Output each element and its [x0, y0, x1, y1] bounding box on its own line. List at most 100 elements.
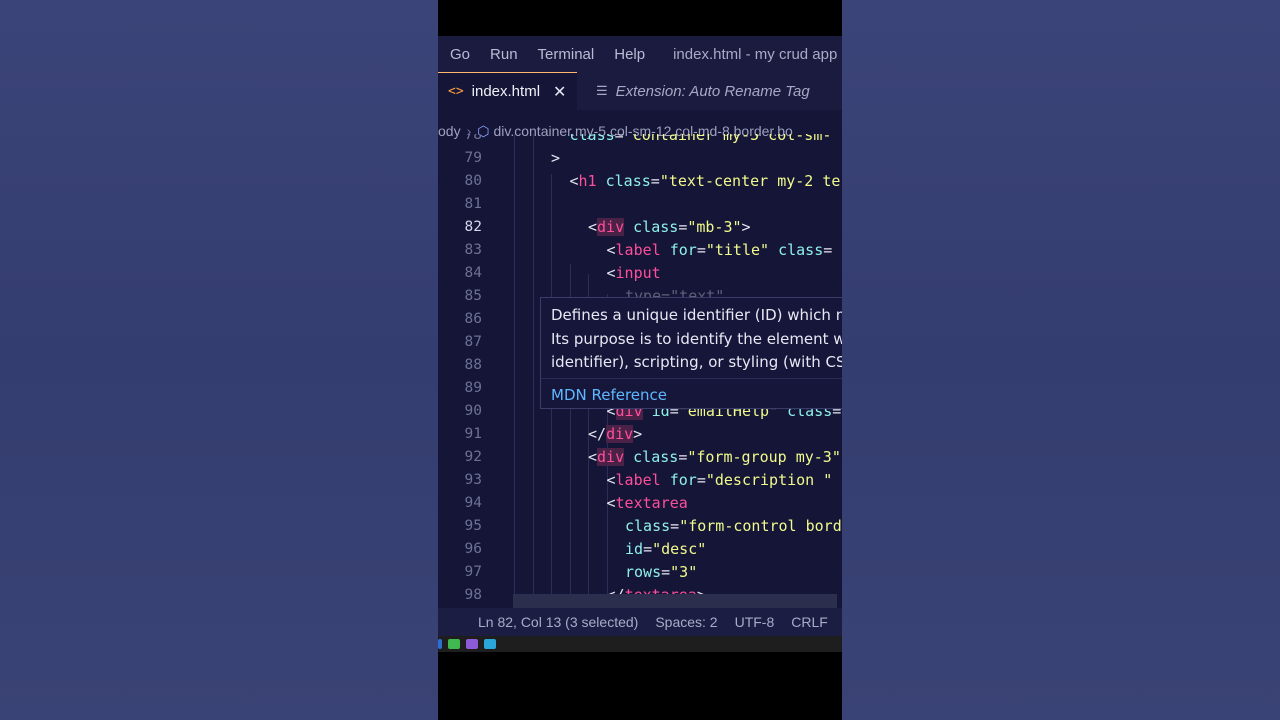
line-number: 91: [464, 426, 482, 442]
code-token: label: [615, 471, 661, 489]
code-token: h1: [578, 172, 597, 190]
code-token: "text-center my-2 te: [659, 172, 841, 190]
tooltip-line: Defines a unique identifier (ID) which m: [551, 306, 842, 324]
code-line[interactable]: 84 <input: [438, 262, 842, 285]
code-token: "description ": [705, 471, 833, 489]
menu-help[interactable]: Help: [606, 46, 653, 63]
horizontal-scrollbar[interactable]: [513, 594, 837, 608]
code-token: class: [778, 241, 824, 259]
code-token: =: [661, 563, 671, 581]
status-bar: Ln 82, Col 13 (3 selected) Spaces: 2 UTF…: [438, 608, 842, 636]
tab-index-html[interactable]: <> index.html ✕: [438, 72, 577, 110]
code-token: =: [643, 540, 653, 558]
close-icon[interactable]: ✕: [553, 82, 566, 102]
eol-status[interactable]: CRLF: [791, 614, 828, 630]
code-token: <: [606, 264, 616, 282]
code-token: id: [625, 540, 644, 558]
code-line[interactable]: 97 rows="3": [438, 561, 842, 584]
code-line[interactable]: 80 <h1 class="text-center my-2 te: [438, 170, 842, 193]
code-line[interactable]: 92 <div class="form-group my-3": [438, 446, 842, 469]
code-line[interactable]: 79 >: [438, 147, 842, 170]
line-number: 97: [464, 564, 482, 580]
code-token: =: [823, 241, 833, 259]
code-token: =: [614, 134, 624, 144]
code-token: "form-control bord: [679, 517, 842, 535]
code-line[interactable]: 81: [438, 193, 842, 216]
tab-label: Extension: Auto Rename Tag: [615, 82, 810, 100]
background-left: [0, 0, 438, 720]
code-file-icon: <>: [448, 84, 464, 99]
window-title: index.html - my crud app: [673, 45, 838, 63]
line-number: 88: [464, 357, 482, 373]
code-line[interactable]: 96 id="desc": [438, 538, 842, 561]
menu-bar: Go Run Terminal Help index.html - my cru…: [438, 36, 842, 72]
code-token: <: [606, 241, 616, 259]
code-text: <textarea: [607, 492, 688, 515]
video-frame: Go Run Terminal Help index.html - my cru…: [438, 0, 842, 720]
mdn-reference-link[interactable]: MDN Reference: [551, 384, 842, 408]
taskbar: [438, 636, 842, 652]
cursor-position[interactable]: Ln 82, Col 13 (3 selected): [478, 614, 638, 630]
code-text: >: [551, 147, 560, 170]
code-text: <div class="form-group my-3": [588, 446, 841, 469]
line-number: 93: [464, 472, 482, 488]
line-number: 82: [464, 219, 482, 235]
code-text: <label for="description ": [607, 469, 833, 492]
code-token: "desc": [652, 540, 707, 558]
code-text: rows="3": [625, 561, 697, 584]
line-number: 95: [464, 518, 482, 534]
code-token: >: [741, 218, 751, 236]
menu-go[interactable]: Go: [442, 46, 478, 63]
tab-label: index.html: [471, 83, 541, 100]
tooltip-line: identifier), scripting, or styling (with…: [551, 353, 842, 371]
line-number: 80: [464, 173, 482, 189]
code-line[interactable]: 95 class="form-control bord: [438, 515, 842, 538]
line-number: 96: [464, 541, 482, 557]
line-number: 79: [464, 150, 482, 166]
code-token: <: [606, 494, 616, 512]
background-right: [842, 0, 1280, 720]
encoding-status[interactable]: UTF-8: [735, 614, 775, 630]
code-text: class="form-control bord: [625, 515, 842, 538]
code-token: "3": [670, 563, 698, 581]
tooltip-line: Its purpose is to identify the element w: [551, 329, 842, 348]
menu-terminal[interactable]: Terminal: [530, 46, 603, 63]
code-token: class: [605, 172, 651, 190]
menu-run[interactable]: Run: [482, 46, 526, 63]
code-token: =: [696, 241, 706, 259]
code-text: </div>: [588, 423, 642, 446]
tooltip-divider: [541, 378, 842, 379]
tab-bar: <> index.html ✕ ☰ Extension: Auto Rename…: [438, 72, 842, 110]
line-number: 98: [464, 587, 482, 603]
code-line[interactable]: 78 class="container my-5 col-sm-: [438, 134, 842, 147]
taskbar-app-icon[interactable]: [448, 639, 460, 649]
code-token: </: [588, 425, 607, 443]
code-token: <: [569, 172, 579, 190]
taskbar-app-icon[interactable]: [438, 639, 442, 649]
code-token: textarea: [615, 494, 688, 512]
code-editor-window: Go Run Terminal Help index.html - my cru…: [438, 36, 842, 652]
taskbar-app-icon[interactable]: [484, 639, 496, 649]
code-line[interactable]: 94 <textarea: [438, 492, 842, 515]
indentation-status[interactable]: Spaces: 2: [655, 614, 717, 630]
line-number: 85: [464, 288, 482, 304]
taskbar-app-icon[interactable]: [466, 639, 478, 649]
matched-tag-token: div: [597, 448, 625, 466]
code-line[interactable]: 91 </div>: [438, 423, 842, 446]
code-line[interactable]: 83 <label for="title" class=: [438, 239, 842, 262]
code-text: <div class="mb-3">: [588, 216, 751, 239]
line-number: 78: [464, 134, 482, 143]
line-number: 87: [464, 334, 482, 350]
code-token: =: [670, 517, 680, 535]
line-number: 90: [464, 403, 482, 419]
matched-tag-token: div: [597, 218, 625, 236]
code-text: class="container my-5 col-sm-: [570, 134, 832, 147]
code-token: class: [633, 218, 679, 236]
code-token: class: [625, 517, 671, 535]
code-line[interactable]: 93 <label for="description ": [438, 469, 842, 492]
code-line[interactable]: 82 <div class="mb-3">: [438, 216, 842, 239]
line-number: 89: [464, 380, 482, 396]
tab-extension-auto-rename-tag[interactable]: ☰ Extension: Auto Rename Tag: [588, 72, 810, 110]
